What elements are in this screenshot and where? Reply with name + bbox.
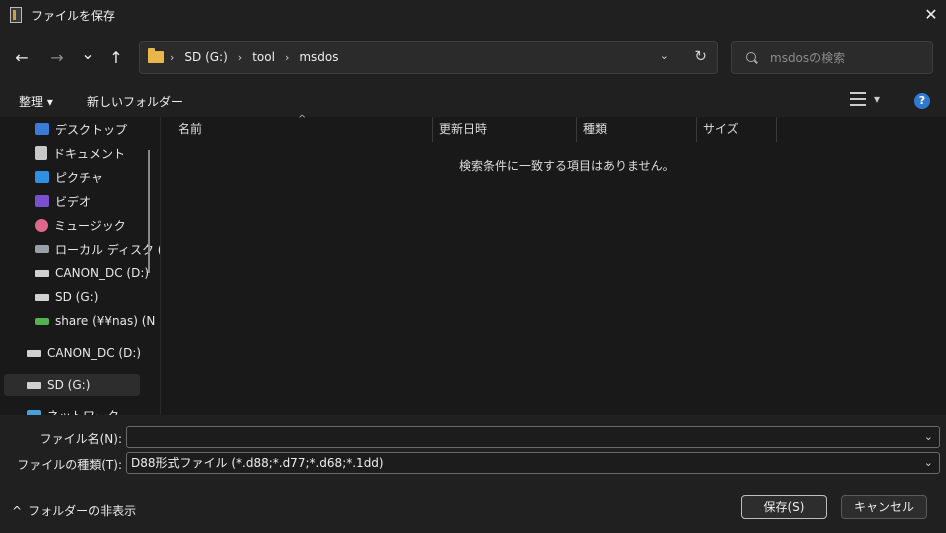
filename-label: ファイル名(N): bbox=[39, 432, 122, 446]
help-icon[interactable]: ? bbox=[914, 93, 930, 109]
sidebar-item[interactable]: CANON_DC (D:) bbox=[35, 262, 149, 284]
arrow-up-icon: ↑ bbox=[109, 48, 123, 67]
sidebar-item-label: ピクチャ bbox=[55, 170, 103, 185]
filetype-value: D88形式ファイル (*.d88;*.d77;*.d68;*.1dd) bbox=[131, 456, 384, 470]
sidebar-item-label: share (¥¥nas) (N bbox=[55, 314, 156, 328]
search-input[interactable] bbox=[770, 49, 925, 67]
cancel-button[interactable]: キャンセル bbox=[841, 495, 927, 519]
hide-folders-toggle[interactable]: ^ フォルダーの非表示 bbox=[12, 502, 136, 519]
column-separator[interactable] bbox=[776, 117, 777, 142]
sidebar-item-label: ビデオ bbox=[55, 194, 92, 209]
sort-ascending-icon: ^ bbox=[298, 114, 307, 125]
column-separator[interactable] bbox=[576, 117, 577, 142]
drive-icon bbox=[35, 293, 49, 301]
organize-button[interactable]: 整理 ▾ bbox=[19, 93, 53, 110]
breadcrumb-item[interactable]: SD (G:) bbox=[184, 50, 227, 64]
videos-icon bbox=[35, 195, 49, 207]
arrow-left-icon: ← bbox=[15, 48, 29, 67]
filetype-label: ファイルの種類(T): bbox=[17, 458, 122, 472]
breadcrumb: › SD (G:) › tool › msdos bbox=[170, 50, 343, 64]
sidebar-item[interactable]: ネットワーク bbox=[27, 404, 119, 415]
refresh-icon[interactable]: ↻ bbox=[694, 47, 707, 65]
list-view-icon bbox=[850, 92, 866, 106]
drive-icon bbox=[27, 349, 41, 357]
column-header-type[interactable]: 種類 bbox=[583, 117, 607, 142]
hide-folders-label: フォルダーの非表示 bbox=[28, 504, 137, 518]
save-button[interactable]: 保存(S) bbox=[741, 495, 827, 519]
sidebar-item-label: ローカル ディスク (C bbox=[55, 242, 160, 257]
sidebar-item[interactable]: share (¥¥nas) (N bbox=[35, 310, 155, 332]
search-icon bbox=[746, 52, 756, 62]
sidebar-item[interactable]: デスクトップ bbox=[35, 118, 127, 140]
sidebar-item[interactable]: ピクチャ bbox=[35, 166, 103, 188]
breadcrumb-item[interactable]: tool bbox=[252, 50, 275, 64]
sidebar-item[interactable]: SD (G:) bbox=[4, 374, 140, 396]
dropdown-arrow-icon: ▾ bbox=[874, 92, 881, 106]
chevron-right-icon[interactable]: › bbox=[238, 51, 242, 64]
sidebar-item[interactable]: ビデオ bbox=[35, 190, 91, 212]
documents-icon bbox=[35, 146, 47, 160]
drive-icon bbox=[27, 381, 41, 389]
column-header-size[interactable]: サイズ bbox=[703, 117, 739, 142]
sidebar-item-label: CANON_DC (D:) bbox=[47, 346, 142, 360]
sidebar-item[interactable]: ドキュメント bbox=[35, 142, 125, 164]
sidebar-item-label: SD (G:) bbox=[47, 378, 91, 392]
close-button[interactable]: ✕ bbox=[916, 0, 946, 31]
sidebar-item-label: CANON_DC (D:) bbox=[55, 266, 150, 280]
address-bar[interactable]: › SD (G:) › tool › msdos ⌄ ↻ bbox=[139, 41, 718, 74]
local-disk-icon bbox=[35, 245, 49, 253]
sidebar-item-label: SD (G:) bbox=[55, 290, 99, 304]
pictures-icon bbox=[35, 171, 49, 183]
view-options-button[interactable]: ▾ bbox=[850, 92, 880, 106]
filetype-select[interactable]: D88形式ファイル (*.d88;*.d77;*.d68;*.1dd) ⌄ bbox=[126, 452, 940, 474]
column-separator[interactable] bbox=[432, 117, 433, 142]
window-title: ファイルを保存 bbox=[31, 9, 116, 23]
save-panel: ファイル名(N): ⌄ ファイルの種類(T): D88形式ファイル (*.d88… bbox=[0, 415, 946, 533]
sidebar-item[interactable]: CANON_DC (D:) bbox=[27, 342, 141, 364]
search-box[interactable] bbox=[731, 41, 933, 74]
column-separator[interactable] bbox=[696, 117, 697, 142]
chevron-down-icon[interactable]: ⌄ bbox=[660, 49, 669, 62]
sidebar-item-label: ドキュメント bbox=[53, 146, 126, 161]
arrow-right-icon: → bbox=[50, 48, 64, 67]
sidebar-item-label: ミュージック bbox=[54, 218, 126, 233]
folder-icon bbox=[148, 48, 164, 63]
chevron-down-icon: ⌄ bbox=[81, 44, 95, 63]
sidebar-item-label: ネットワーク bbox=[47, 407, 119, 416]
chevron-right-icon[interactable]: › bbox=[285, 51, 289, 64]
title-bar: ファイルを保存 ✕ bbox=[0, 0, 946, 31]
up-button[interactable]: ↑ bbox=[105, 47, 127, 69]
close-icon: ✕ bbox=[924, 5, 938, 24]
network-drive-icon bbox=[35, 317, 49, 325]
filename-field[interactable]: ⌄ bbox=[126, 426, 940, 448]
chevron-right-icon[interactable]: › bbox=[170, 51, 174, 64]
recent-locations-button[interactable]: ⌄ bbox=[77, 43, 99, 65]
chevron-down-icon: ⌄ bbox=[923, 456, 933, 469]
app-icon bbox=[10, 7, 22, 23]
sidebar-scrollbar[interactable] bbox=[148, 150, 150, 273]
sidebar-item[interactable]: SD (G:) bbox=[35, 286, 98, 308]
chevron-up-icon: ^ bbox=[12, 503, 23, 518]
navigation-pane: デスクトップ ドキュメント ピクチャビデオミュージックローカル ディスク (C CAN… bbox=[0, 117, 160, 415]
desktop-icon bbox=[35, 123, 49, 135]
sidebar-item[interactable]: ミュージック bbox=[35, 214, 126, 236]
sidebar-item[interactable]: ローカル ディスク (C bbox=[35, 238, 160, 260]
music-icon bbox=[35, 218, 48, 232]
file-list: ^ 名前 更新日時 種類 サイズ 検索条件に一致する項目はありません。 bbox=[161, 114, 946, 415]
empty-message: 検索条件に一致する項目はありません。 bbox=[459, 159, 675, 173]
column-header-name[interactable]: 名前 bbox=[178, 117, 202, 142]
navigation-bar: ← → ⌄ ↑ › SD (G:) › tool › msdos ⌄ ↻ bbox=[0, 31, 946, 85]
column-header-modified[interactable]: 更新日時 bbox=[439, 117, 487, 142]
breadcrumb-item[interactable]: msdos bbox=[299, 50, 338, 64]
chevron-down-icon[interactable]: ⌄ bbox=[924, 427, 933, 447]
new-folder-button[interactable]: 新しいフォルダー bbox=[87, 93, 183, 110]
drive-icon bbox=[35, 269, 49, 277]
forward-button[interactable]: → bbox=[46, 47, 68, 69]
back-button[interactable]: ← bbox=[11, 47, 33, 69]
sidebar-item-label: デスクトップ bbox=[55, 122, 128, 137]
command-bar: 整理 ▾ 新しいフォルダー ▾ ? bbox=[0, 85, 946, 117]
